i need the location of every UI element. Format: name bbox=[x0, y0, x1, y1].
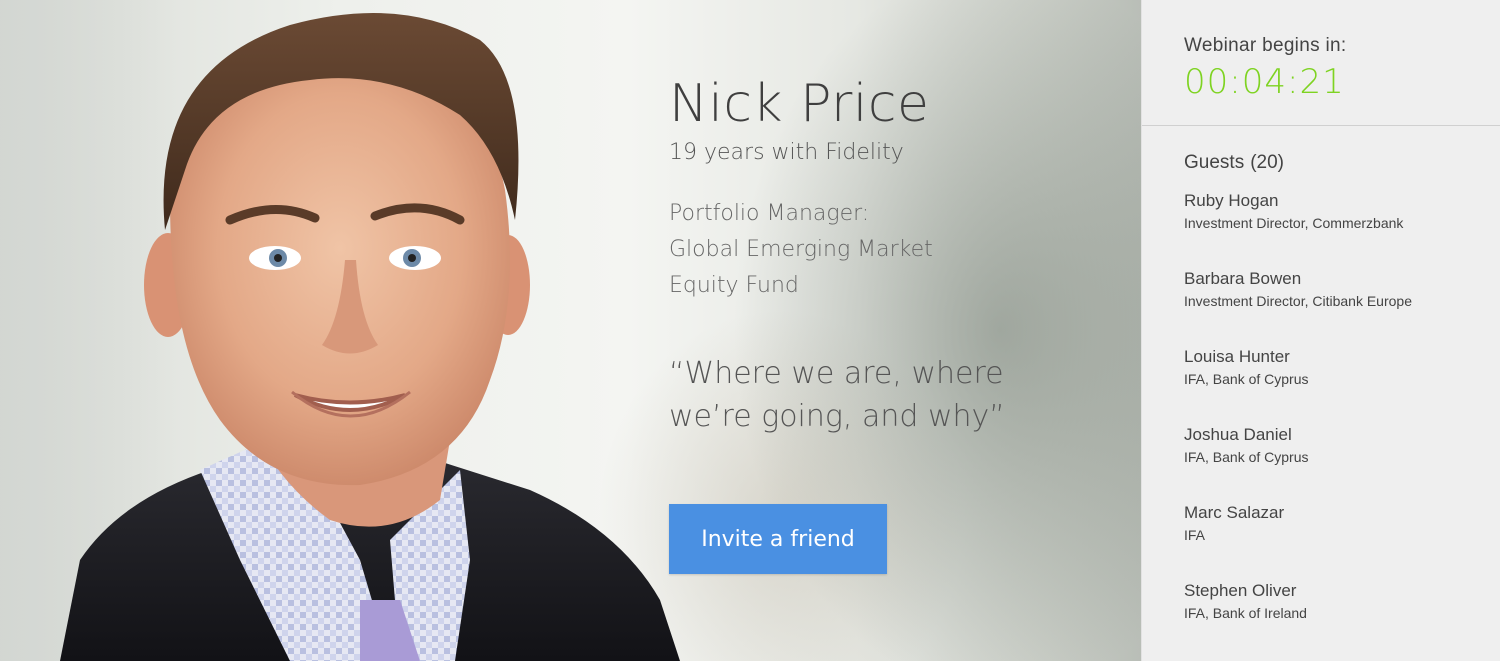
countdown-panel: Webinar begins in: 00:04:21 bbox=[1142, 0, 1500, 126]
guest-item[interactable]: Barbara Bowen Investment Director, Citib… bbox=[1184, 268, 1500, 346]
guests-heading: Guests (20) bbox=[1184, 150, 1500, 176]
guest-item[interactable]: Stephen Oliver IFA, Bank of Ireland bbox=[1184, 580, 1500, 658]
talk-title-line: “Where we are, where bbox=[669, 356, 1004, 391]
speaker-hero: Nick Price 19 years with Fidelity Portfo… bbox=[0, 0, 1141, 661]
countdown-timer: 00:04:21 bbox=[1184, 62, 1345, 102]
guest-title: IFA, Bank of Ireland bbox=[1184, 605, 1307, 621]
guest-list: Ruby Hogan Investment Director, Commerzb… bbox=[1184, 190, 1500, 658]
countdown-label: Webinar begins in: bbox=[1184, 35, 1347, 56]
guest-title: Investment Director, Citibank Europe bbox=[1184, 293, 1412, 309]
guest-item[interactable]: Louisa Hunter IFA, Bank of Cyprus bbox=[1184, 346, 1500, 424]
invite-friend-button[interactable]: Invite a friend bbox=[669, 504, 887, 574]
webinar-page: Nick Price 19 years with Fidelity Portfo… bbox=[0, 0, 1500, 661]
guests-count: (20) bbox=[1250, 152, 1284, 173]
speaker-name: Nick Price bbox=[669, 74, 930, 134]
guest-name: Joshua Daniel bbox=[1184, 425, 1292, 444]
guest-title: IFA bbox=[1184, 527, 1206, 543]
guest-name: Stephen Oliver bbox=[1184, 581, 1297, 600]
guest-item[interactable]: Joshua Daniel IFA, Bank of Cyprus bbox=[1184, 424, 1500, 502]
guest-title: Investment Director, Commerzbank bbox=[1184, 215, 1404, 231]
speaker-role: Portfolio Manager: Global Emerging Marke… bbox=[669, 196, 1089, 304]
speaker-portrait bbox=[60, 0, 680, 661]
talk-title: “Where we are, where we’re going, and wh… bbox=[669, 352, 1089, 438]
guest-title: IFA, Bank of Cyprus bbox=[1184, 371, 1309, 387]
guests-label: Guests bbox=[1184, 152, 1245, 173]
guest-item[interactable]: Marc Salazar IFA bbox=[1184, 502, 1500, 580]
speaker-role-line: Portfolio Manager: bbox=[669, 201, 870, 226]
sidebar: Webinar begins in: 00:04:21 Guests (20) … bbox=[1141, 0, 1500, 661]
speaker-role-line: Global Emerging Market bbox=[669, 237, 933, 262]
guest-name: Marc Salazar bbox=[1184, 503, 1285, 522]
guest-name: Ruby Hogan bbox=[1184, 191, 1279, 210]
guest-title: IFA, Bank of Cyprus bbox=[1184, 449, 1309, 465]
guests-panel: Guests (20) Ruby Hogan Investment Direct… bbox=[1142, 126, 1500, 658]
guest-name: Barbara Bowen bbox=[1184, 269, 1302, 288]
guest-item[interactable]: Ruby Hogan Investment Director, Commerzb… bbox=[1184, 190, 1500, 268]
guest-name: Louisa Hunter bbox=[1184, 347, 1290, 366]
speaker-tenure: 19 years with Fidelity bbox=[669, 140, 904, 165]
speaker-role-line: Equity Fund bbox=[669, 273, 799, 298]
speaker-info: Nick Price 19 years with Fidelity Portfo… bbox=[669, 72, 1089, 438]
talk-title-line: we’re going, and why” bbox=[669, 399, 1005, 434]
